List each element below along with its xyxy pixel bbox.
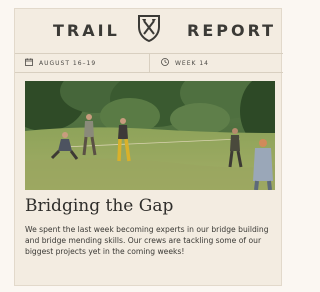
date-meta: AUGUST 16–19 <box>25 54 96 72</box>
week-meta: WEEK 14 <box>161 54 209 72</box>
meta-divider <box>149 54 150 72</box>
masthead-title-right: REPORT <box>187 21 277 40</box>
date-text: AUGUST 16–19 <box>39 59 97 67</box>
article-headline: Bridging the Gap <box>25 196 174 216</box>
article-body: We spent the last week becoming experts … <box>25 225 269 256</box>
masthead-title-left: TRAIL <box>53 21 120 40</box>
trail-report-card: TRAIL REPORT AUGUST 16–19 WEEK 14 Bridgi… <box>14 8 283 286</box>
clock-icon <box>161 58 169 68</box>
week-text: WEEK 14 <box>175 59 209 67</box>
trail-crew-photo <box>25 81 275 190</box>
crossed-axes-shield-icon <box>136 13 162 43</box>
calendar-icon <box>25 58 33 68</box>
masthead: TRAIL REPORT <box>15 9 283 51</box>
meta-row: AUGUST 16–19 WEEK 14 <box>15 53 283 73</box>
